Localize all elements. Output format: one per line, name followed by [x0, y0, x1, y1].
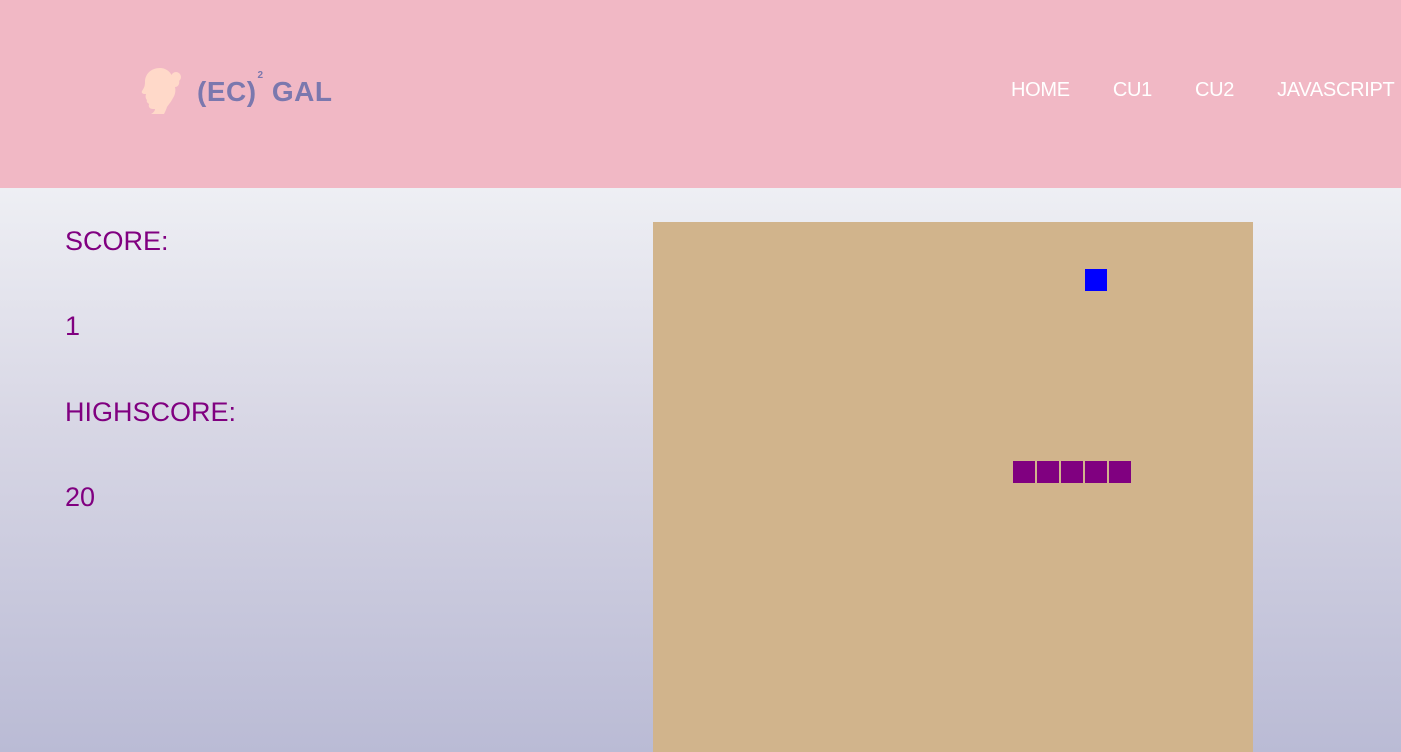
- snake-segment: [1085, 461, 1107, 483]
- nav-cu2-link[interactable]: CU2: [1195, 79, 1234, 102]
- food-pellet: [1085, 269, 1107, 291]
- nav-cu1-link[interactable]: CU1: [1113, 79, 1152, 102]
- nav-home-link[interactable]: HOME: [1011, 79, 1070, 102]
- highscore-value: 20: [65, 482, 96, 512]
- brand-name-main: (EC): [197, 76, 257, 107]
- snake-segment: [1109, 461, 1131, 483]
- site-header: (EC)2 GAL HOME CU1 CU2 JAVASCRIPT: [0, 0, 1401, 188]
- highscore-label: HIGHSCORE:: [65, 397, 237, 427]
- snake-segment: [1061, 461, 1083, 483]
- nav-javascript-link[interactable]: JAVASCRIPT: [1277, 79, 1395, 102]
- game-board[interactable]: [653, 222, 1253, 752]
- brand-name: (EC)2 GAL: [197, 70, 333, 108]
- woman-silhouette-icon: [141, 68, 181, 114]
- brand-logo[interactable]: (EC)2 GAL: [140, 66, 333, 114]
- main-nav: HOME CU1 CU2 JAVASCRIPT: [1011, 79, 1395, 102]
- brand-name-suffix: GAL: [271, 76, 333, 107]
- score-value: 1: [65, 311, 81, 341]
- brand-superscript: 2: [257, 70, 264, 81]
- snake-segment: [1037, 461, 1059, 483]
- snake-segment: [1013, 461, 1035, 483]
- score-label: SCORE:: [65, 226, 169, 256]
